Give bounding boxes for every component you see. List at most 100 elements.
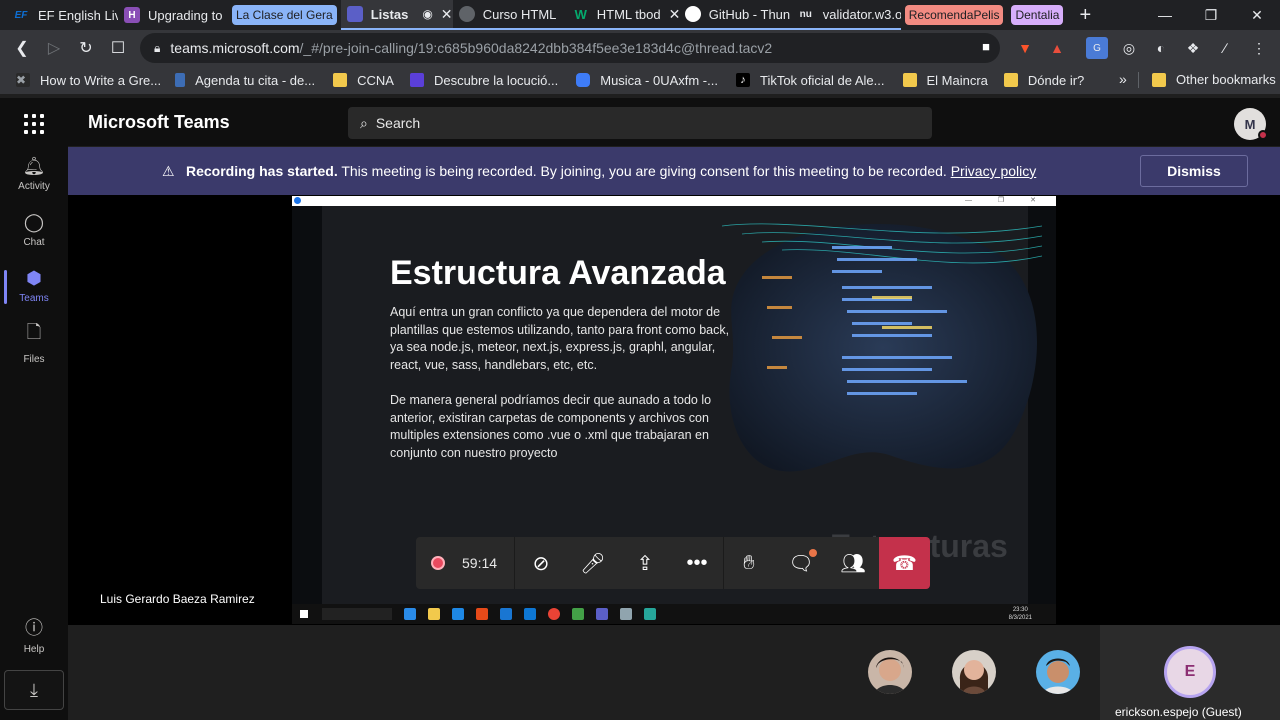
- rail-item-teams[interactable]: ⬢ Teams: [0, 260, 68, 312]
- browser-tab-active[interactable]: Listas ◉ ✕: [340, 0, 453, 30]
- teams-icon: [346, 6, 363, 22]
- tab-group-label[interactable]: RecomendaPelis: [904, 5, 1004, 25]
- participant-photo: [1036, 650, 1080, 694]
- tab-title: Curso HTML: [482, 6, 557, 22]
- menu-icon[interactable]: ⋮: [1248, 37, 1270, 59]
- puzzle-icon[interactable]: ❖: [1182, 37, 1204, 59]
- search-input[interactable]: ⌕ Search: [348, 107, 932, 139]
- tab-group-label[interactable]: La Clase del Gera: [232, 5, 337, 25]
- avatar-initial: M: [1244, 116, 1256, 132]
- app-launcher-icon[interactable]: [24, 114, 44, 134]
- rail-item-help[interactable]: ⓘ Help: [0, 608, 68, 660]
- other-bookmarks[interactable]: Other bookmarks: [1152, 72, 1276, 87]
- browser-tab[interactable]: GitHub - Thun: [678, 0, 791, 30]
- window-close-icon[interactable]: ✕: [1234, 0, 1280, 30]
- rail-label: Files: [23, 353, 45, 365]
- bookmark-label: Dónde ir?: [1027, 72, 1085, 88]
- translate-icon[interactable]: G: [1086, 37, 1108, 59]
- tab-title: EF English Live: [38, 7, 118, 23]
- new-tab-button[interactable]: +: [1079, 4, 1091, 27]
- reload-icon[interactable]: ↻: [70, 32, 102, 64]
- bookmark-folder[interactable]: Dónde ir?: [1003, 72, 1085, 88]
- restore-icon[interactable]: ❐: [1188, 0, 1234, 30]
- bookmarks-overflow-button[interactable]: »: [1119, 71, 1127, 87]
- browser-tab[interactable]: H Upgrading to: [118, 0, 228, 30]
- window-controls-icon: — ❐ ✕: [964, 197, 1048, 204]
- bookmark-folder[interactable]: CCNA: [333, 73, 394, 88]
- participant-thumbnail[interactable]: [868, 650, 912, 694]
- minimize-icon[interactable]: —: [1142, 0, 1188, 30]
- vscode-icon: [524, 608, 536, 620]
- camera-toggle-button[interactable]: ⊘: [515, 537, 567, 589]
- tab-group-label[interactable]: Dentalia: [1011, 5, 1064, 25]
- recording-icon: [431, 556, 445, 570]
- search-placeholder: Search: [375, 115, 421, 131]
- presence-status-icon: [1258, 130, 1268, 140]
- rail-item-chat[interactable]: ◯ Chat: [0, 204, 68, 256]
- guest-name: erickson.espejo (Guest): [1115, 705, 1242, 719]
- clock-date: 8/3/2021: [1008, 615, 1032, 621]
- camera-icon[interactable]: ■: [982, 39, 990, 54]
- globe-icon: [458, 6, 475, 22]
- brave-icon[interactable]: ▼: [1014, 37, 1036, 59]
- zoom-icon: [576, 73, 591, 87]
- folder-icon: [1152, 72, 1166, 87]
- hand-icon: ✋︎: [743, 551, 755, 574]
- rail-item-activity[interactable]: 🔔︎ Activity: [0, 148, 68, 200]
- guest-participant-tile[interactable]: E erickson.espejo (Guest): [1100, 625, 1280, 720]
- gauge-icon[interactable]: ◐: [1150, 37, 1172, 59]
- participants-button[interactable]: 👥︎: [827, 537, 879, 589]
- call-timer: 59:14: [462, 555, 498, 571]
- chat-button[interactable]: 🗨︎: [775, 537, 827, 589]
- w3schools-icon: W: [574, 6, 587, 22]
- privacy-policy-link[interactable]: Privacy policy: [951, 163, 1037, 179]
- forward-icon[interactable]: ▷: [38, 32, 70, 64]
- edge-icon: [404, 608, 416, 620]
- close-icon[interactable]: ✕: [669, 6, 679, 23]
- app-rail: 🔔︎ Activity ◯ Chat ⬢ Teams 🗋︎ Files ⓘ He…: [0, 146, 68, 720]
- share-screen-button[interactable]: ⇪: [619, 537, 671, 589]
- bookmark-item[interactable]: ✖ How to Write a Gre...: [16, 73, 161, 88]
- more-icon: •••: [686, 551, 708, 574]
- rail-item-files[interactable]: 🗋︎ Files: [0, 316, 68, 368]
- leave-call-button[interactable]: ☎︎: [879, 537, 930, 589]
- banner-bold: Recording has started.: [186, 163, 338, 179]
- browser-tab[interactable]: EF EF English Live: [0, 0, 118, 30]
- chat-icon: ◯: [23, 212, 45, 232]
- bookmark-item[interactable]: Descubre la locució...: [409, 73, 558, 88]
- download-app-button[interactable]: ⤓: [4, 670, 64, 710]
- recording-indicator-icon: ◉: [422, 7, 433, 21]
- participant-thumbnail[interactable]: [1036, 650, 1080, 694]
- browser-tab[interactable]: Curso HTML: [452, 0, 567, 30]
- participant-photo: [868, 650, 912, 694]
- address-bar[interactable]: 🔒︎ teams.microsoft.com/_#/pre-join-calli…: [140, 33, 1000, 63]
- avatar[interactable]: M: [1234, 108, 1268, 140]
- participant-thumbnail[interactable]: [952, 650, 996, 694]
- back-icon[interactable]: ❮: [6, 32, 38, 64]
- browser-tab[interactable]: W HTML tbod ✕: [566, 0, 679, 30]
- app-icon: [500, 608, 512, 620]
- browser-tab[interactable]: nu validator.w3.o: [790, 0, 901, 30]
- bookmark-label: Other bookmarks: [1176, 72, 1276, 87]
- tab-title: Listas: [370, 6, 409, 22]
- raise-hand-button[interactable]: ✋︎: [723, 537, 775, 589]
- extension-icon[interactable]: ◎: [1118, 37, 1140, 59]
- bookmark-icon[interactable]: ☐: [102, 32, 134, 64]
- taskbar-search: [322, 608, 392, 620]
- dismiss-button[interactable]: Dismiss: [1140, 155, 1248, 187]
- bookmark-folder[interactable]: El Maincra: [902, 72, 988, 88]
- brave-rewards-icon[interactable]: ▲: [1046, 37, 1068, 59]
- bookmark-item[interactable]: Agenda tu cita - de...: [175, 73, 315, 88]
- bookmark-icon: [409, 73, 424, 87]
- pen-icon[interactable]: ∕: [1214, 37, 1236, 59]
- bookmark-item[interactable]: ♪ TikTok oficial de Ale...: [735, 73, 885, 88]
- bookmark-icon: [175, 73, 186, 87]
- close-icon[interactable]: ✕: [441, 6, 453, 23]
- app-icon: [572, 608, 584, 620]
- bookmark-item[interactable]: Musica - 0UAxfm -...: [576, 73, 718, 88]
- bookmark-label: El Maincra: [926, 72, 988, 88]
- more-actions-button[interactable]: •••: [671, 537, 723, 589]
- mic-toggle-button[interactable]: 🎤︎: [567, 537, 619, 589]
- remote-taskbar: 23:30 8/3/2021: [292, 604, 1056, 624]
- bookmark-icon: ✖: [16, 73, 30, 87]
